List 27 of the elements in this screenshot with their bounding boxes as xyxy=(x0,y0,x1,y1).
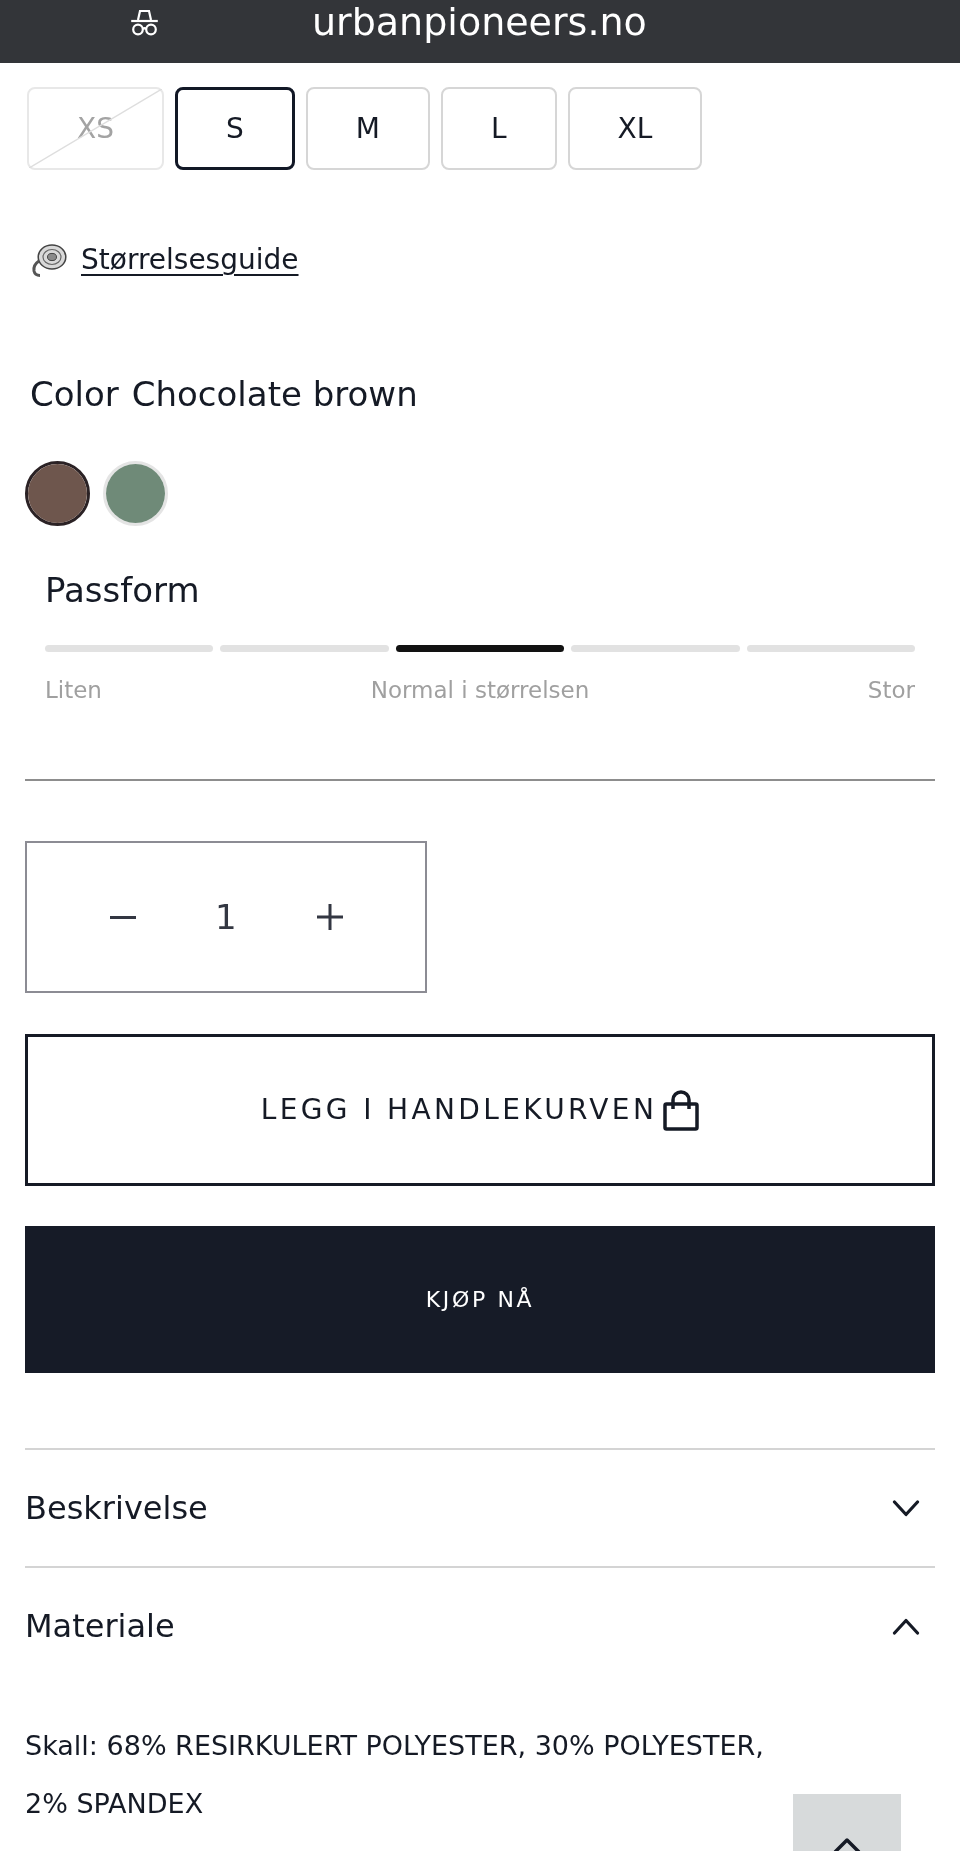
minus-icon xyxy=(110,915,136,919)
accordion-header[interactable]: Materiale xyxy=(25,1568,935,1684)
color-value: Chocolate brown xyxy=(131,374,418,414)
tape-measure-icon xyxy=(31,242,67,278)
size-option[interactable]: XL xyxy=(567,87,703,170)
chevron-up-icon xyxy=(892,1617,920,1635)
buy-now-button[interactable]: KJØP NÅ xyxy=(25,1226,935,1373)
fit-scale-label: Stor xyxy=(867,677,915,703)
material-description: Skall: 68% RESIRKULERT POLYESTER, 30% POLYESTER, 2% SPANDEX xyxy=(25,1729,765,1821)
incognito-icon xyxy=(130,9,159,36)
size-option[interactable]: S xyxy=(174,87,295,170)
fit-scale-label: Normal i størrelsen xyxy=(370,677,590,703)
fit-title: Passform xyxy=(45,570,200,610)
color-label: Color xyxy=(30,374,119,414)
url-text[interactable]: urbanpioneers.no xyxy=(312,0,647,44)
quantity-value: 1 xyxy=(215,897,237,937)
size-guide-link[interactable]: Størrelsesguide xyxy=(81,243,299,277)
shopping-bag-icon xyxy=(663,1089,700,1131)
accordion-header[interactable]: Beskrivelse xyxy=(25,1450,935,1566)
size-option[interactable]: M xyxy=(305,87,430,170)
plus-icon xyxy=(316,904,343,930)
add-to-cart-button[interactable]: LEGG I HANDLEKURVEN xyxy=(25,1034,935,1186)
fit-scale-label: Liten xyxy=(45,677,102,703)
chevron-down-icon xyxy=(892,1499,920,1517)
chevron-up-icon xyxy=(833,1836,861,1851)
size-option[interactable]: L xyxy=(440,87,557,170)
diagonal-strike-icon xyxy=(29,89,162,168)
